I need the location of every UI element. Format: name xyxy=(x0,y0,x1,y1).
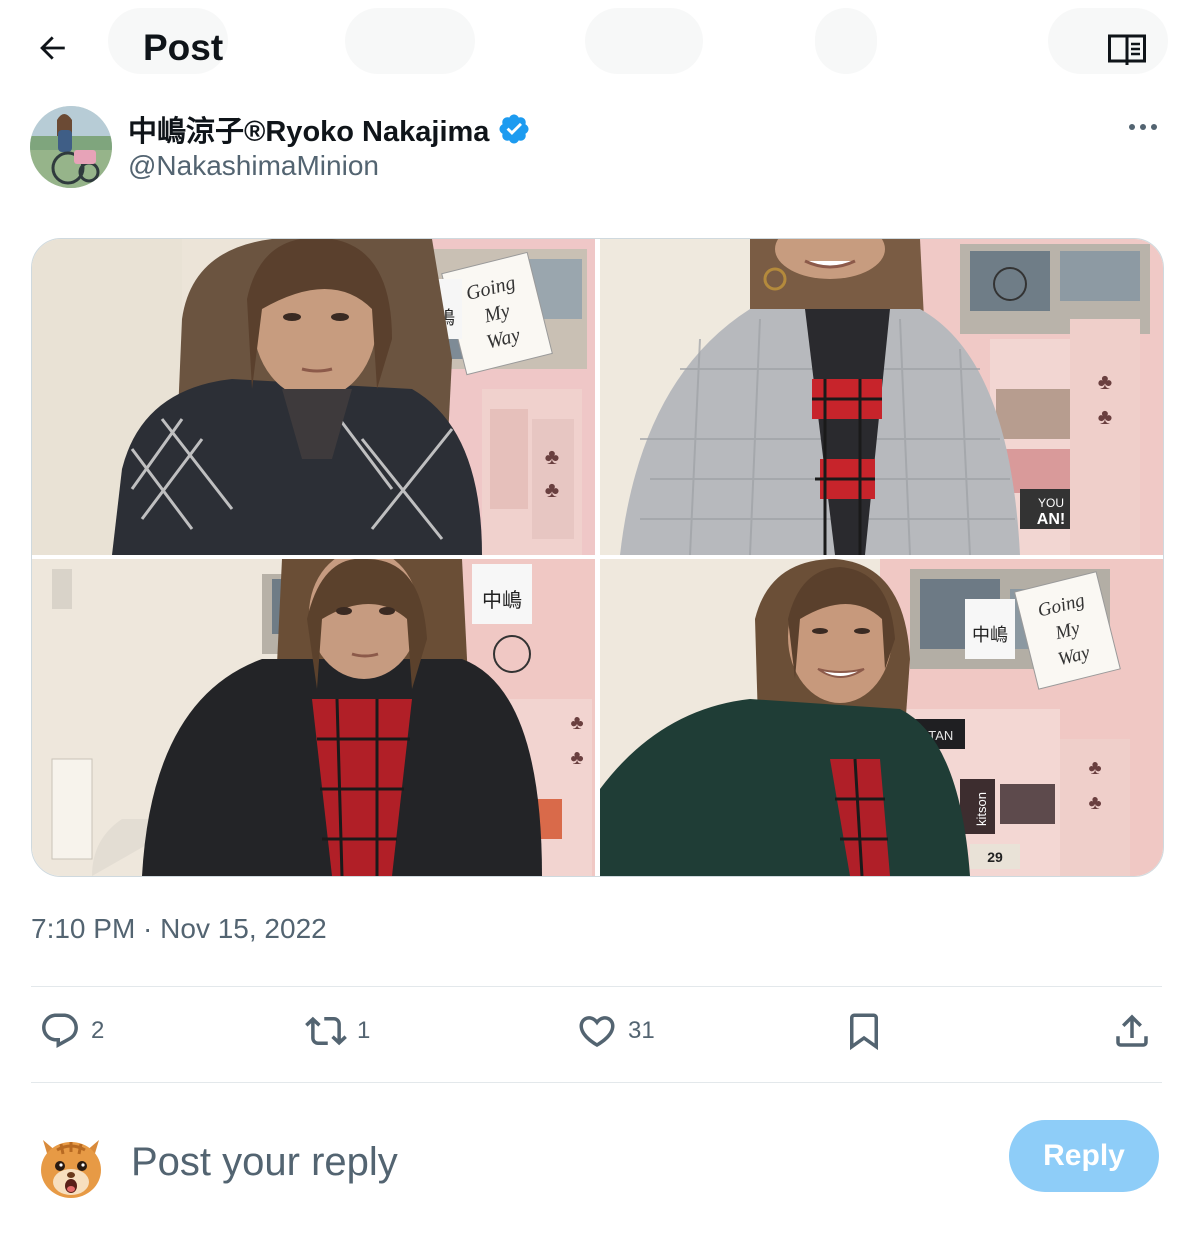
reply-count: 2 xyxy=(91,1017,105,1044)
svg-text:♣: ♣ xyxy=(570,747,583,769)
open-book-icon xyxy=(1108,34,1146,65)
author-display-name[interactable]: 中嶋涼子®Ryoko Nakajima xyxy=(128,108,489,150)
author-handle[interactable]: @NakashimaMinion xyxy=(128,150,379,182)
repost-icon xyxy=(305,1016,347,1046)
header-backdrop xyxy=(585,8,703,74)
header-backdrop xyxy=(345,8,475,74)
reply-submit-button[interactable]: Reply xyxy=(1009,1120,1159,1192)
divider xyxy=(31,986,1162,987)
back-button[interactable] xyxy=(30,26,74,70)
like-count: 31 xyxy=(628,1017,655,1044)
sign-name-2: 中嶋 xyxy=(482,589,522,612)
post-media-grid: Going My Way 中嶋 ♣ ♣ xyxy=(31,238,1164,877)
bookmark-icon xyxy=(850,1013,878,1051)
reply-bubble-icon xyxy=(42,1013,78,1048)
author-avatar[interactable] xyxy=(30,106,112,188)
cat-emoji-avatar-icon xyxy=(41,1140,101,1198)
shelf-label-29: 29 xyxy=(987,849,1003,865)
post-actions-bar: 2 1 31 xyxy=(31,1000,1162,1072)
svg-text:♣: ♣ xyxy=(1088,757,1101,779)
heart-icon xyxy=(579,1016,615,1048)
repost-count: 1 xyxy=(357,1017,371,1044)
svg-text:♣: ♣ xyxy=(1088,792,1101,814)
top-bar: Post xyxy=(0,0,1198,96)
post-photo-4[interactable]: 中嶋 Going My Way TITAN kitson 29 ♣ ♣ xyxy=(600,559,1163,876)
reply-action-button[interactable]: 2 xyxy=(39,1010,104,1052)
share-action-button[interactable] xyxy=(1111,1010,1153,1052)
svg-text:♣: ♣ xyxy=(545,477,559,502)
more-options-button[interactable] xyxy=(1121,110,1165,144)
repost-action-button[interactable]: 1 xyxy=(305,1010,370,1052)
share-upload-icon xyxy=(1116,1014,1148,1047)
post-photo-3[interactable]: 中嶋 ♣ ♣ xyxy=(32,559,595,876)
svg-text:♣: ♣ xyxy=(1098,404,1112,429)
sign-name-3: 中嶋 xyxy=(972,625,1008,645)
svg-text:♣: ♣ xyxy=(1098,369,1112,394)
more-dots-icon xyxy=(1129,124,1157,130)
arrow-left-icon xyxy=(40,36,65,60)
shelf-label-an: AN! xyxy=(1037,511,1065,528)
post-author: 中嶋涼子®Ryoko Nakajima @NakashimaMinion xyxy=(30,104,1165,194)
svg-text:♣: ♣ xyxy=(570,712,583,734)
bookmark-action-button[interactable] xyxy=(843,1010,885,1052)
reply-input[interactable] xyxy=(131,1130,891,1194)
reader-mode-button[interactable] xyxy=(1104,28,1150,70)
page-title: Post xyxy=(143,27,224,68)
header-backdrop xyxy=(815,8,877,74)
shelf-label-kitson: kitson xyxy=(974,792,989,826)
like-action-button[interactable]: 31 xyxy=(576,1010,655,1052)
svg-text:♣: ♣ xyxy=(545,444,559,469)
user-avatar[interactable] xyxy=(35,1130,107,1202)
post-photo-2[interactable]: YOU AN! ♣ ♣ xyxy=(600,239,1163,555)
name-row: 中嶋涼子®Ryoko Nakajima xyxy=(128,108,531,150)
verified-badge-icon xyxy=(499,114,529,144)
divider xyxy=(31,1082,1162,1083)
post-photo-1[interactable]: Going My Way 中嶋 ♣ ♣ xyxy=(32,239,595,555)
reply-composer: Reply xyxy=(31,1120,1162,1220)
shelf-label-you: YOU xyxy=(1038,496,1064,510)
post-timestamp[interactable]: 7:10 PM · Nov 15, 2022 xyxy=(31,913,327,945)
